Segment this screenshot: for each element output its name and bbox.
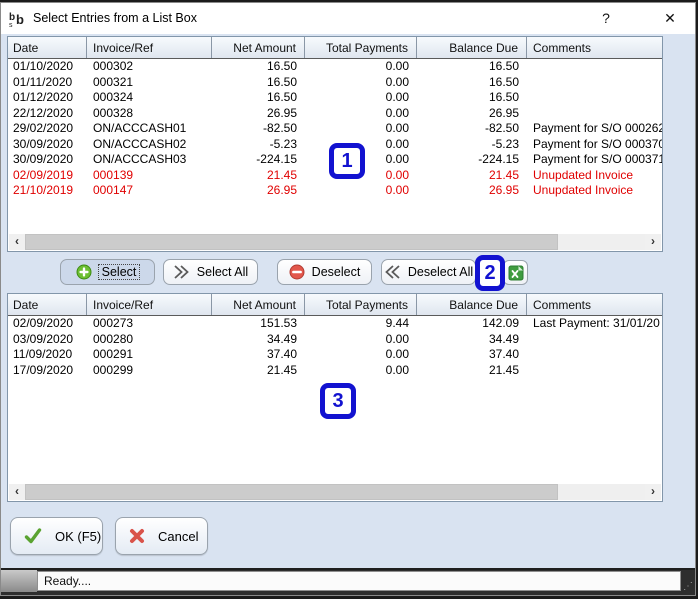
horizontal-scrollbar[interactable]: ‹ › <box>9 234 661 250</box>
status-bar: Ready.... ⋰ <box>1 568 695 595</box>
scrollbar-track[interactable] <box>25 484 645 500</box>
window-title: Select Entries from a List Box <box>33 11 197 25</box>
minus-circle-icon <box>289 264 305 280</box>
table-row[interactable]: 29/02/2020 ON/ACCCASH01 -82.50 0.00 -82.… <box>8 121 662 137</box>
column-header-date[interactable]: Date <box>8 37 87 58</box>
red-x-icon <box>128 527 146 545</box>
app-icon: b s b <box>9 10 27 28</box>
plus-circle-icon <box>76 264 92 280</box>
scrollbar-thumb[interactable] <box>25 234 559 250</box>
title-bar: b s b Select Entries from a List Box ? ✕ <box>1 3 695 34</box>
annotation-3: 3 <box>320 383 356 419</box>
svg-text:s: s <box>9 22 13 28</box>
double-chevron-left-icon <box>384 264 401 280</box>
column-header-total-payments[interactable]: Total Payments <box>305 294 417 315</box>
select-all-button-label: Select All <box>196 265 249 279</box>
ok-button-label: OK (F5) <box>55 528 102 544</box>
select-all-button[interactable]: Select All <box>163 259 258 285</box>
table-row[interactable]: 22/12/2020 000328 26.95 0.00 26.95 <box>8 106 662 122</box>
dialog-select-entries: b s b Select Entries from a List Box ? ✕… <box>0 2 696 596</box>
resize-grip-icon[interactable]: ⋰ <box>683 582 693 592</box>
status-bar-left-panel <box>1 570 37 592</box>
deselect-button[interactable]: Deselect <box>277 259 372 285</box>
select-button-label: Select <box>97 264 141 280</box>
column-header-net-amount[interactable]: Net Amount <box>212 37 305 58</box>
select-button[interactable]: Select <box>60 259 155 285</box>
column-header-comments[interactable]: Comments <box>527 294 662 315</box>
column-header-date[interactable]: Date <box>8 294 87 315</box>
excel-spreadsheet-icon <box>508 265 524 281</box>
column-header-balance-due[interactable]: Balance Due <box>417 37 527 58</box>
check-icon <box>23 526 43 546</box>
table-row[interactable]: 11/09/2020 000291 37.40 0.00 37.40 <box>8 347 662 363</box>
scroll-left-icon[interactable]: ‹ <box>9 484 25 500</box>
column-header-total-payments[interactable]: Total Payments <box>305 37 417 58</box>
scroll-left-icon[interactable]: ‹ <box>9 234 25 250</box>
table-row[interactable]: 17/09/2020 000299 21.45 0.00 21.45 <box>8 363 662 379</box>
selected-entries-rows: 02/09/2020 000273 151.53 9.44 142.09 Las… <box>8 316 662 378</box>
column-header-invoice-ref[interactable]: Invoice/Ref <box>87 294 212 315</box>
double-chevron-right-icon <box>173 264 190 280</box>
table-row[interactable]: 01/11/2020 000321 16.50 0.00 16.50 <box>8 75 662 91</box>
deselect-all-button[interactable]: Deselect All <box>381 259 476 285</box>
table-row[interactable]: 03/09/2020 000280 34.49 0.00 34.49 <box>8 332 662 348</box>
table-row[interactable]: 01/10/2020 000302 16.50 0.00 16.50 <box>8 59 662 75</box>
deselect-all-button-label: Deselect All <box>407 265 474 279</box>
column-header-invoice-ref[interactable]: Invoice/Ref <box>87 37 212 58</box>
status-text: Ready.... <box>37 571 681 591</box>
list-header: Date Invoice/Ref Net Amount Total Paymen… <box>8 37 662 59</box>
column-header-comments[interactable]: Comments <box>527 37 662 58</box>
deselect-button-label: Deselect <box>311 265 361 279</box>
export-to-excel-button[interactable] <box>503 260 528 285</box>
scroll-right-icon[interactable]: › <box>645 484 661 500</box>
cancel-button-label: Cancel <box>158 528 199 544</box>
svg-text:b: b <box>16 12 24 27</box>
column-header-net-amount[interactable]: Net Amount <box>212 294 305 315</box>
table-row[interactable]: 01/12/2020 000324 16.50 0.00 16.50 <box>8 90 662 106</box>
ok-button[interactable]: OK (F5) <box>10 517 103 555</box>
scroll-right-icon[interactable]: › <box>645 234 661 250</box>
column-header-balance-due[interactable]: Balance Due <box>417 294 527 315</box>
cancel-button[interactable]: Cancel <box>115 517 208 555</box>
annotation-2: 2 <box>475 255 505 291</box>
help-button[interactable]: ? <box>589 3 623 34</box>
close-button[interactable]: ✕ <box>653 3 687 34</box>
table-row[interactable]: 21/10/2019 000147 26.95 0.00 26.95 Unupd… <box>8 183 662 199</box>
table-row[interactable]: 02/09/2020 000273 151.53 9.44 142.09 Las… <box>8 316 662 332</box>
annotation-1: 1 <box>329 143 365 179</box>
list-header: Date Invoice/Ref Net Amount Total Paymen… <box>8 294 662 316</box>
scrollbar-thumb[interactable] <box>25 484 559 500</box>
scrollbar-track[interactable] <box>25 234 645 250</box>
horizontal-scrollbar[interactable]: ‹ › <box>9 484 661 500</box>
